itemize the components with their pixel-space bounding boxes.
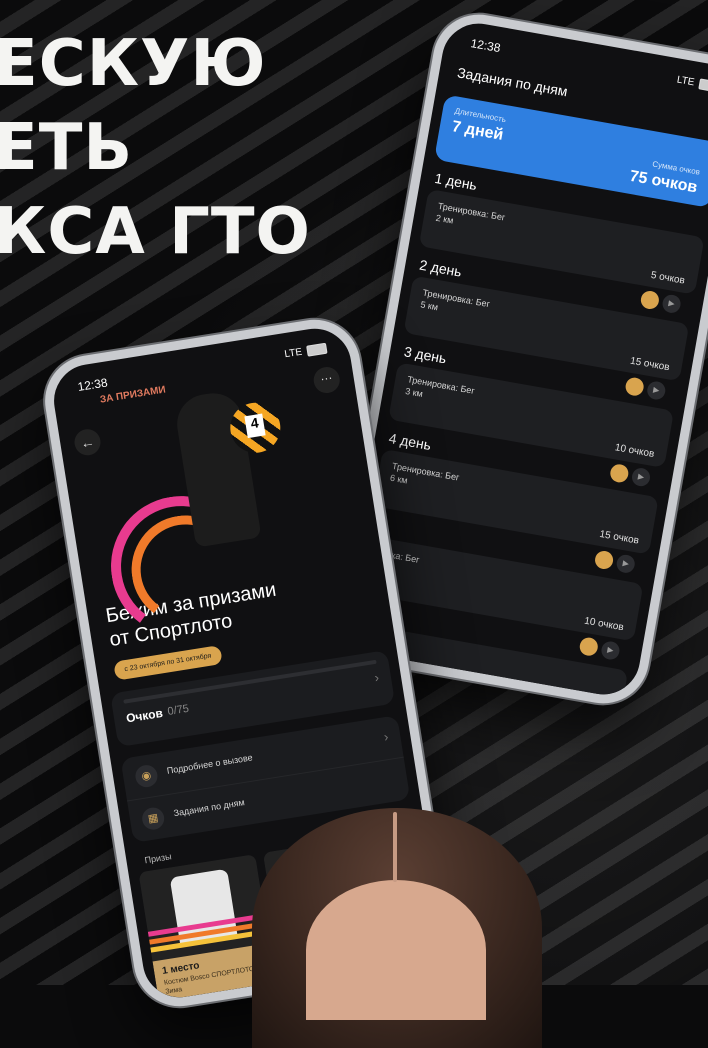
score-value: 0/75 — [166, 702, 190, 718]
hair-part — [393, 812, 397, 882]
task-points: 10 очков — [583, 615, 625, 634]
headline-line-2: ЕТЬ — [0, 111, 134, 185]
headline-line-1: ЕСКУЮ — [0, 27, 267, 101]
status-time: 12:38 — [76, 375, 109, 394]
task-distance: 3 км — [404, 386, 424, 399]
chevron-right-icon: › — [373, 669, 380, 686]
task-points: 5 очков — [649, 269, 686, 287]
medal-icon: ◉ — [133, 763, 160, 789]
more-icon[interactable]: ··· — [311, 365, 342, 395]
task-points: 10 очков — [613, 442, 656, 461]
details-label: Подробнее о вызове — [166, 752, 254, 776]
task-points: 15 очков — [598, 528, 640, 547]
ball-number: 4 — [244, 413, 266, 439]
task-distance: 2 км — [435, 212, 455, 226]
task-distance: 6 км — [389, 472, 409, 486]
chevron-right-icon: › — [382, 728, 390, 745]
headline-line-3: КСА ГТО — [0, 195, 311, 269]
task-points: 15 очков — [629, 355, 671, 374]
headline: ЕСКУЮ ЕТЬ КСА ГТО — [0, 22, 311, 274]
network-label: LTE — [676, 73, 696, 88]
network-label: LTE — [283, 346, 303, 360]
back-icon[interactable]: ← — [72, 427, 103, 458]
calendar-icon: ▦ — [140, 806, 166, 832]
date-badge: с 23 октября по 31 октября — [113, 645, 223, 681]
tasks-label: Задания по дням — [172, 797, 246, 819]
task-distance: 5 км — [419, 299, 439, 313]
woman-face — [306, 880, 486, 1020]
battery-icon — [306, 342, 328, 357]
score-label: Очков — [125, 705, 164, 726]
